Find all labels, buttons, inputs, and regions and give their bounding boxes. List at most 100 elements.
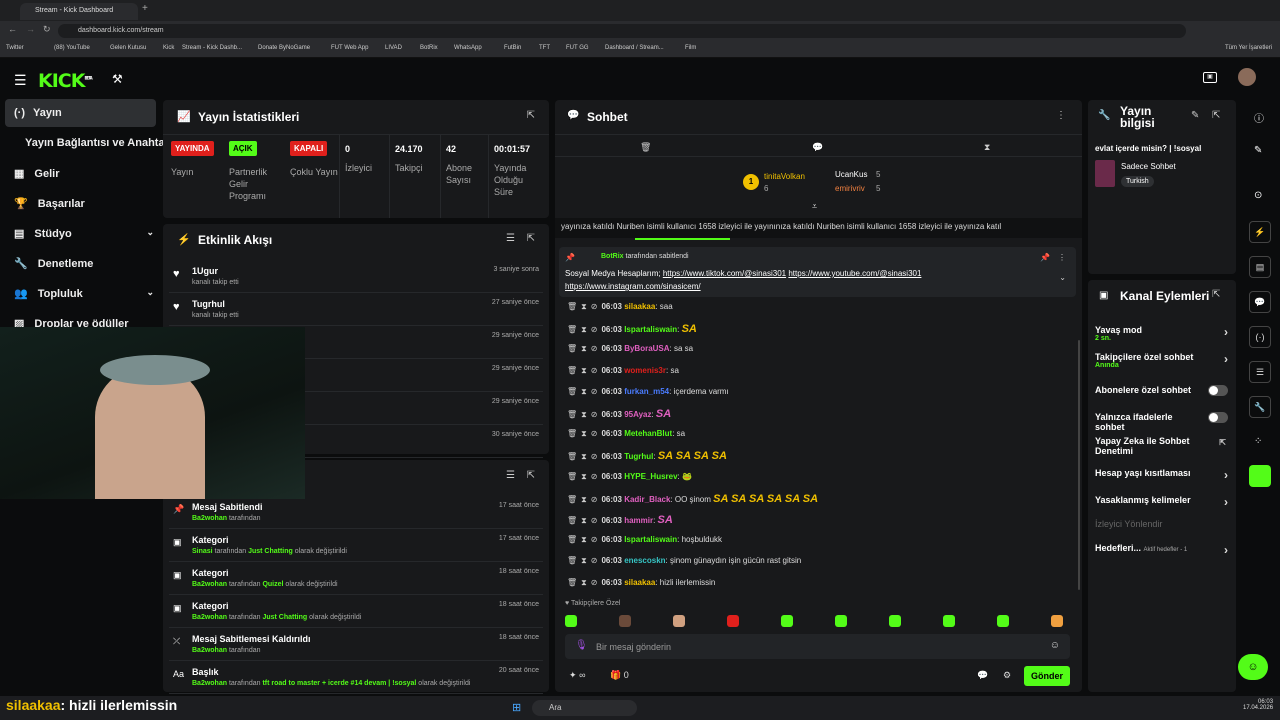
apps-icon[interactable]: ⁘ xyxy=(1254,436,1262,447)
message-user[interactable]: womenis3r xyxy=(624,366,666,375)
stats-icon[interactable]: ▤ xyxy=(1249,256,1271,278)
bookmark-item[interactable]: Stream - Kick Dashb... xyxy=(182,45,242,51)
channel-action-item[interactable]: Yalnızca ifadelerle sohbet xyxy=(1095,412,1228,432)
message-user[interactable]: silaakaa xyxy=(624,302,655,311)
emote-icon[interactable] xyxy=(997,615,1009,627)
channel-action-item[interactable]: Takipçilere özel sohbet Anında › xyxy=(1095,352,1228,369)
filter-icon[interactable]: ☰ xyxy=(506,470,515,481)
message-user[interactable]: HYPE_Husrev xyxy=(624,472,677,481)
send-button[interactable]: Gönder xyxy=(1024,666,1070,686)
moderator-name[interactable]: Ba2wohan xyxy=(192,680,227,687)
ban-icon[interactable]: ⊘ xyxy=(591,429,598,438)
channel-action-item[interactable]: Yasaklanmış kelimeler › xyxy=(1095,495,1228,509)
more-icon[interactable]: ⋮ xyxy=(1056,110,1066,121)
windows-start-icon[interactable]: ⊞ xyxy=(512,701,521,714)
pinned-by[interactable]: BotRix xyxy=(601,253,624,260)
channel-points[interactable]: ✦ ∞ xyxy=(569,670,585,681)
all-bookmarks[interactable]: Tüm Yer İşaretleri xyxy=(1225,45,1272,51)
support-bubble-icon[interactable]: ☺ xyxy=(1238,654,1268,680)
bookmark-item[interactable]: Gelen Kutusu xyxy=(110,45,146,51)
message-user[interactable]: Kadir_Black xyxy=(624,495,670,504)
delete-icon[interactable]: 🗑 xyxy=(567,325,577,334)
sidebar-item-stream-key[interactable]: Yayın Bağlantısı ve Anahtarı xyxy=(25,137,172,149)
timeout-icon[interactable]: ⧗ xyxy=(581,516,587,525)
list-icon[interactable]: ☰ xyxy=(1249,361,1271,383)
more-icon[interactable]: ⋮ xyxy=(1058,253,1066,262)
channel-action-item[interactable]: Hedefleri... Aktif hedefler - 1 › xyxy=(1095,543,1228,557)
popout-icon[interactable]: ⇱ xyxy=(527,110,535,121)
chat-scrollbar[interactable] xyxy=(1078,340,1080,590)
wrench-icon[interactable]: 🔧 xyxy=(1249,396,1271,418)
emoji-icon[interactable]: ☺ xyxy=(1050,640,1060,651)
ban-icon[interactable]: ⊘ xyxy=(591,452,598,461)
message-user[interactable]: 95Ayaz xyxy=(624,410,651,419)
delete-icon[interactable]: 🗑 xyxy=(567,516,577,525)
emote-icon[interactable] xyxy=(619,615,631,627)
timeout-icon[interactable]: ⧗ xyxy=(581,344,587,353)
timeout-icon[interactable]: ⧗ xyxy=(581,472,587,481)
moderator-name[interactable]: Ba2wohan xyxy=(192,581,227,588)
timeout-icon[interactable]: ⧗ xyxy=(581,325,587,334)
delete-icon[interactable]: 🗑 xyxy=(567,410,577,419)
delete-icon[interactable]: 🗑 xyxy=(567,578,577,587)
sidebar-item-yayin[interactable]: (·) Yayın xyxy=(14,107,62,119)
gear-icon[interactable]: ⚙ xyxy=(1003,670,1011,681)
popout-icon[interactable]: ⇱ xyxy=(1212,110,1220,121)
emote-icon[interactable] xyxy=(781,615,793,627)
unpin-icon[interactable]: 📌 xyxy=(1040,253,1050,262)
moderator-name[interactable]: Sinasi xyxy=(192,548,213,555)
delete-icon[interactable]: 🗑 xyxy=(567,429,577,438)
toggle-switch[interactable] xyxy=(1208,385,1228,396)
bookmark-item[interactable]: Dashboard / Stream... xyxy=(605,45,664,51)
popout-icon[interactable]: ⇱ xyxy=(527,470,535,481)
event-user[interactable]: 1Ugur xyxy=(192,266,218,276)
emote-icon[interactable] xyxy=(889,615,901,627)
kick-app-icon[interactable] xyxy=(1249,465,1271,487)
ban-icon[interactable]: ⊘ xyxy=(591,535,598,544)
hourglass-icon[interactable]: ⧗ xyxy=(984,142,990,153)
edit-icon[interactable]: ✎ xyxy=(1254,145,1262,156)
message-user[interactable]: furkan_m54 xyxy=(624,387,669,396)
message-user[interactable]: ByBoraUSA xyxy=(624,344,669,353)
back-icon[interactable]: ← xyxy=(8,24,17,34)
bookmark-item[interactable]: FUT Web App xyxy=(331,45,368,51)
delete-icon[interactable]: 🗑 xyxy=(567,452,577,461)
mic-icon[interactable]: 🎙 xyxy=(575,640,588,651)
delete-icon[interactable]: 🗑 xyxy=(567,535,577,544)
chevron-down-icon[interactable]: ⌄ xyxy=(1059,273,1066,282)
timeout-icon[interactable]: ⧗ xyxy=(581,535,587,544)
ban-icon[interactable]: ⊘ xyxy=(591,556,598,565)
category-name[interactable]: Sadece Sohbet xyxy=(1121,162,1176,171)
forward-icon[interactable]: → xyxy=(26,24,35,34)
reload-icon[interactable]: ↻ xyxy=(43,24,51,35)
gift-counter[interactable]: 🎁 0 xyxy=(610,670,629,681)
bookmark-item[interactable]: Donate ByNoGame xyxy=(258,45,310,51)
delete-icon[interactable]: 🗑 xyxy=(567,387,577,396)
timeout-icon[interactable]: ⧗ xyxy=(581,366,587,375)
bookmark-item[interactable]: BotRix xyxy=(420,45,438,51)
gifter-name[interactable]: tinitaVolkan xyxy=(764,172,805,181)
bookmark-item[interactable]: WhatsApp xyxy=(454,45,482,51)
emote-icon[interactable] xyxy=(835,615,847,627)
channel-action-item[interactable]: Yapay Zeka ile Sohbet Denetimi ⇱ xyxy=(1095,436,1228,456)
new-tab-button[interactable]: + xyxy=(142,3,148,14)
delete-icon[interactable]: 🗑 xyxy=(567,556,577,565)
message-user[interactable]: enescoskn xyxy=(624,556,665,565)
moderator-name[interactable]: Ba2wohan xyxy=(192,515,227,522)
collapse-icon[interactable]: ⩡ xyxy=(812,201,817,212)
browser-tab[interactable]: Stream - Kick Dashboard xyxy=(20,3,138,20)
timeout-icon[interactable]: ⧗ xyxy=(581,556,587,565)
emote-icon[interactable] xyxy=(943,615,955,627)
chat-icon[interactable]: 💬 xyxy=(1249,291,1271,313)
gifter-name[interactable]: UcanKus xyxy=(835,170,867,179)
event-user[interactable]: Tugrhul xyxy=(192,299,225,309)
sidebar-item-gelir[interactable]: ▦ Gelir xyxy=(14,167,59,180)
bookmark-item[interactable]: Kick xyxy=(163,45,174,51)
sidebar-item-denetleme[interactable]: 🔧 Denetleme xyxy=(14,257,93,270)
emote-icon[interactable] xyxy=(673,615,685,627)
obs-icon[interactable]: ▣ xyxy=(1203,72,1217,83)
ban-icon[interactable]: ⊘ xyxy=(591,472,598,481)
message-user[interactable]: silaakaa xyxy=(624,578,655,587)
emote-icon[interactable] xyxy=(727,615,739,627)
message-user[interactable]: MetehanBlut xyxy=(624,429,672,438)
